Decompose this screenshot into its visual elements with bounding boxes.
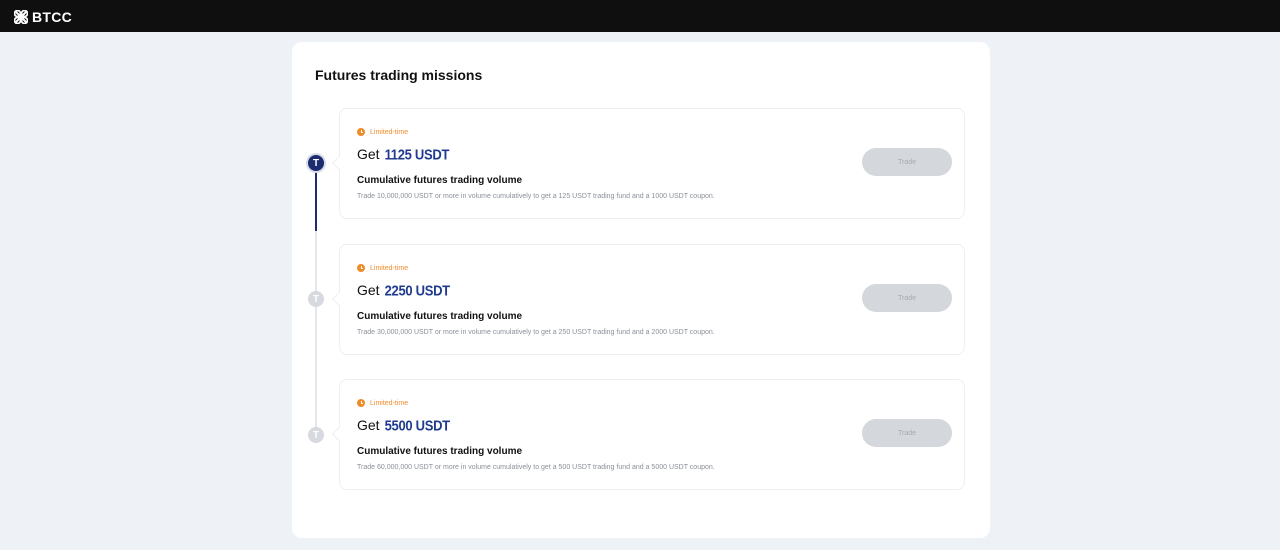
trade-button[interactable]: Trade xyxy=(862,284,952,312)
mission-name: Cumulative futures trading volume xyxy=(357,311,523,322)
mission-card-3: Limited-time Get 5500 USDT Cumulative fu… xyxy=(339,379,965,490)
mission-reward: Get 2250 USDT xyxy=(357,281,451,300)
step-2-usdt-icon: T xyxy=(308,291,324,307)
timeline-progress-line xyxy=(315,171,317,231)
mission-description: Trade 60,000,000 USDT or more in volume … xyxy=(357,464,715,471)
mission-card-2: Limited-time Get 2250 USDT Cumulative fu… xyxy=(339,244,965,355)
mission-card-1: Limited-time Get 1125 USDT Cumulative fu… xyxy=(339,108,965,219)
brand-name: BTCC xyxy=(32,8,73,25)
trade-button[interactable]: Trade xyxy=(862,419,952,447)
clock-icon xyxy=(357,399,365,407)
clock-icon xyxy=(357,128,365,136)
mission-description: Trade 30,000,000 USDT or more in volume … xyxy=(357,329,715,336)
mission-name: Cumulative futures trading volume xyxy=(357,175,523,186)
reward-amount: 1125 USDT xyxy=(384,145,450,164)
top-navigation-bar: BTCC xyxy=(0,0,1280,32)
mission-reward: Get 1125 USDT xyxy=(357,145,450,164)
mission-reward: Get 5500 USDT xyxy=(357,416,451,435)
mission-name: Cumulative futures trading volume xyxy=(357,446,523,457)
futures-missions-panel: Futures trading missions T T T Limited-t… xyxy=(292,42,990,538)
btcc-logo-icon xyxy=(14,9,28,24)
btcc-logo[interactable]: BTCC xyxy=(14,8,72,25)
timeline-line xyxy=(315,231,317,436)
limited-time-badge: Limited-time xyxy=(357,128,408,136)
mission-description: Trade 10,000,000 USDT or more in volume … xyxy=(357,193,715,200)
page-title: Futures trading missions xyxy=(315,67,483,83)
reward-amount: 5500 USDT xyxy=(384,416,451,435)
clock-icon xyxy=(357,264,365,272)
limited-time-badge: Limited-time xyxy=(357,399,408,407)
step-3-usdt-icon: T xyxy=(308,427,324,443)
step-1-usdt-icon: T xyxy=(308,155,324,171)
trade-button[interactable]: Trade xyxy=(862,148,952,176)
reward-amount: 2250 USDT xyxy=(384,281,451,300)
limited-time-badge: Limited-time xyxy=(357,264,408,272)
